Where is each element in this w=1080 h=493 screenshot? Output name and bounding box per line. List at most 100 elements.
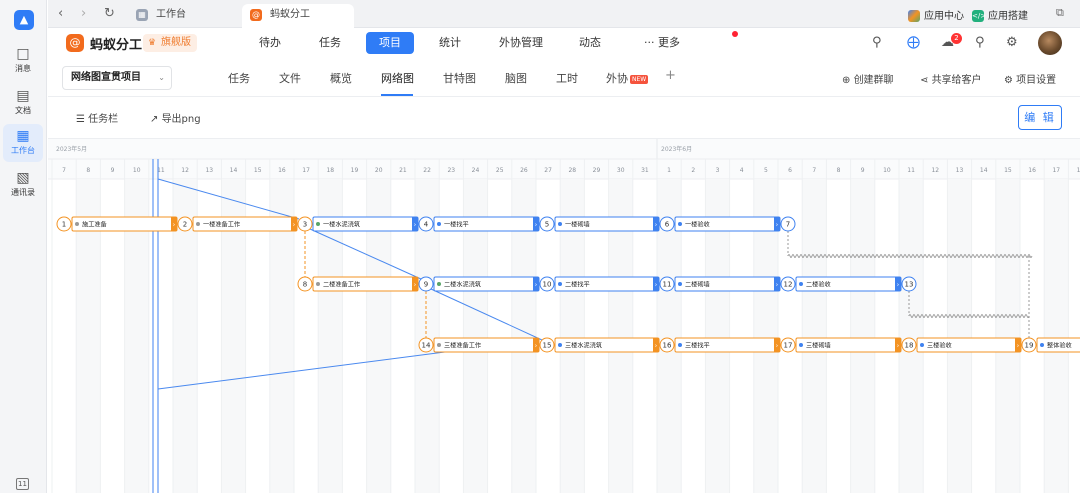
network-node: 16 <box>659 337 675 353</box>
refresh-icon[interactable]: ↻ <box>104 6 115 21</box>
share-client-button[interactable]: ⋖ 共享给客户 <box>920 71 982 86</box>
task-status-dot <box>678 343 682 347</box>
network-diagram-area: 2023年5月 2023年6月 7 8 9 10 11 12 13 14 15 16 17 18 19 20 2… <box>48 139 1080 493</box>
node-number: 5 <box>545 221 549 229</box>
taskbar-label: 任务栏 <box>88 114 119 125</box>
mayi-favicon-icon: @ <box>250 9 262 21</box>
tab-mindmap[interactable]: 脑图 <box>505 70 527 86</box>
chevron-right-icon: › <box>535 282 537 289</box>
task-label: 一楼砌墙 <box>565 220 590 228</box>
forward-icon[interactable]: › <box>81 6 86 21</box>
app-center-link[interactable]: 应用中心 <box>908 7 964 22</box>
day-label: 31 <box>641 167 649 174</box>
rail-item-messages[interactable]: □ 消息 <box>3 42 43 80</box>
task-label: 三楼准备工作 <box>444 341 481 349</box>
add-icon[interactable]: ⨁ <box>907 35 920 50</box>
create-group-label: 创建群聊 <box>853 75 894 86</box>
grid-column-shade <box>850 179 875 493</box>
rail-item-workbench[interactable]: ▦ 工作台 <box>3 124 43 162</box>
back-icon[interactable]: ‹ <box>58 6 63 21</box>
nav-stats[interactable]: 统计 <box>432 32 468 54</box>
day-label: 23 <box>447 167 455 174</box>
export-icon: ↗ <box>150 114 162 125</box>
app-logo-icon[interactable]: ▲ <box>14 10 34 30</box>
task-label: 整体验收 <box>1047 341 1072 349</box>
project-settings-button[interactable]: ⚙ 项目设置 <box>1004 71 1056 86</box>
app-build-label: 应用搭建 <box>988 11 1028 22</box>
task-label: 一楼水泥浇筑 <box>323 220 361 228</box>
task-label: 三楼找平 <box>685 341 710 349</box>
node-number: 4 <box>424 221 429 229</box>
rail-item-documents[interactable]: ▤ 文档 <box>3 84 43 122</box>
day-label: 13 <box>205 167 213 174</box>
grid-column-shade <box>947 179 972 493</box>
task-box: › 三楼找平 <box>674 337 781 353</box>
task-status-dot <box>1040 343 1044 347</box>
day-label: 17 <box>1052 167 1060 174</box>
export-png-button[interactable]: ↗ 导出png <box>150 110 201 125</box>
chevron-right-icon: › <box>897 282 899 289</box>
rail-item-label: 工作台 <box>11 146 35 155</box>
day-label: 26 <box>520 167 528 174</box>
project-selector[interactable]: 网络图宣贯项目 ⌄ <box>62 66 172 90</box>
day-label: 28 <box>568 167 576 174</box>
day-label: 2 <box>691 167 695 174</box>
tab-outsource[interactable]: 外协 NEW <box>606 70 649 86</box>
chevron-right-icon: › <box>414 282 416 289</box>
network-node: 7 <box>780 216 796 232</box>
task-box: › 二楼砌墙 <box>674 276 781 292</box>
rail-bottom-badge[interactable]: 11 <box>16 478 29 490</box>
share-label: 共享给客户 <box>931 75 982 86</box>
browser-tab-mayi[interactable]: @ 蚂蚁分工 <box>242 4 354 28</box>
create-group-button[interactable]: ⊕ 创建群聊 <box>842 71 894 86</box>
tab-network[interactable]: 网络图 <box>381 70 414 86</box>
nav-outsourcing[interactable]: 外协管理 <box>492 32 550 54</box>
chevron-right-icon: › <box>655 343 657 350</box>
node-number: 1 <box>62 221 66 229</box>
add-tab-icon[interactable]: + <box>665 68 676 83</box>
nav-more[interactable]: ··· 更多 <box>638 32 686 54</box>
task-box: ›整体验收 <box>1036 337 1080 353</box>
tab-files[interactable]: 文件 <box>279 70 301 86</box>
browser-tab-workbench[interactable]: ▦ 工作台 <box>128 4 236 28</box>
bell-icon[interactable]: ⚲ <box>975 35 985 50</box>
tab-label: 蚂蚁分工 <box>270 9 310 20</box>
day-label: 16 <box>1028 167 1036 174</box>
grid-column-shade <box>1044 179 1069 493</box>
day-label: 27 <box>544 167 552 174</box>
tab-overview[interactable]: 概览 <box>330 70 352 86</box>
gear-icon[interactable]: ⚙ <box>1006 35 1018 50</box>
node-number: 11 <box>663 281 672 289</box>
taskbar-button[interactable]: ☰ 任务栏 <box>76 110 118 125</box>
day-label: 20 <box>375 167 383 174</box>
edit-button[interactable]: 编 辑 <box>1018 105 1062 130</box>
tab-gantt[interactable]: 甘特图 <box>443 70 476 86</box>
app-build-link[interactable]: </> 应用搭建 <box>972 7 1028 22</box>
day-label: 24 <box>472 167 480 174</box>
network-toolbar: ☰ 任务栏 ↗ 导出png 编 辑 <box>48 97 1080 139</box>
task-box: › 二楼找平 <box>554 276 660 292</box>
tab-outsource-label: 外协 <box>606 72 628 85</box>
task-box: › 二楼准备工作 <box>312 276 419 292</box>
day-label: 10 <box>883 167 891 174</box>
day-label: 3 <box>716 167 720 174</box>
node-number: 19 <box>1025 342 1034 350</box>
tab-tasks[interactable]: 任务 <box>228 70 250 86</box>
task-box: › 一楼找平 <box>433 216 540 232</box>
rail-item-contacts[interactable]: ▧ 通讯录 <box>3 166 43 204</box>
app-center-label: 应用中心 <box>924 11 964 22</box>
network-node: 13 <box>901 276 917 292</box>
nav-todo[interactable]: 待办 <box>252 32 288 54</box>
tab-worktime[interactable]: 工时 <box>556 70 578 86</box>
nav-tasks[interactable]: 任务 <box>312 32 348 54</box>
search-icon[interactable]: ⚲ <box>872 35 882 50</box>
avatar[interactable] <box>1038 31 1062 55</box>
task-status-dot <box>678 222 682 226</box>
nav-activity[interactable]: 动态 <box>572 32 608 54</box>
task-status-dot <box>316 222 320 226</box>
rail-item-label: 通讯录 <box>11 188 35 197</box>
month-label: 2023年6月 <box>661 145 692 153</box>
nav-projects[interactable]: 项目 <box>366 32 414 54</box>
tab-label: 工作台 <box>156 9 186 20</box>
window-icon[interactable]: ⧉ <box>1056 6 1064 20</box>
